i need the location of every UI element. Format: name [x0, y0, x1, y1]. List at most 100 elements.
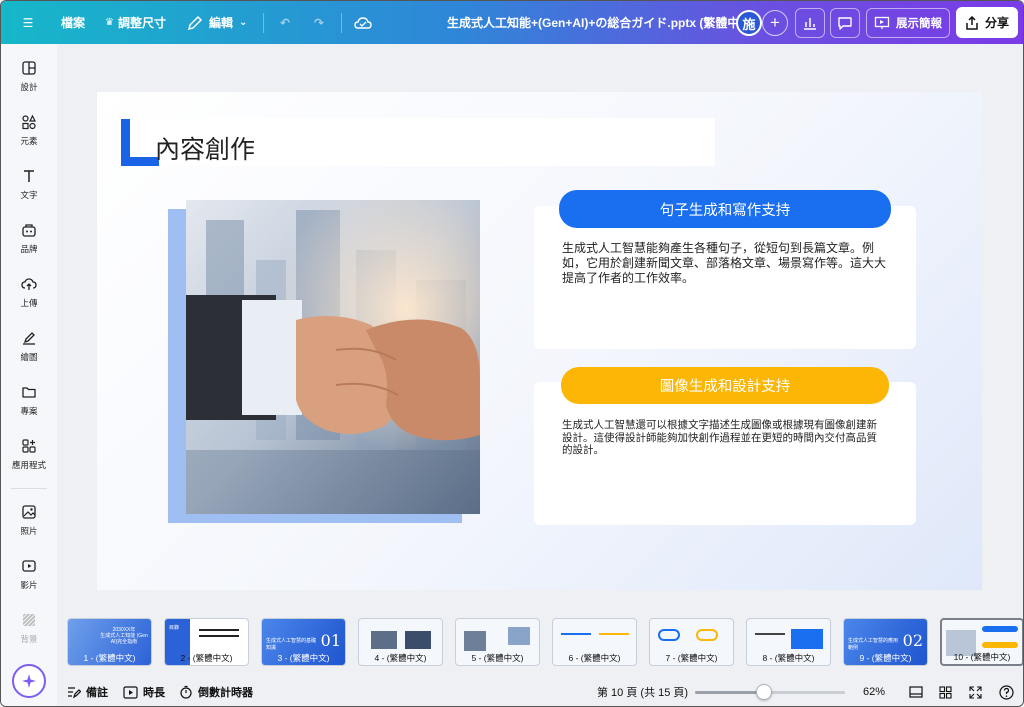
- sidebar-item-label: 品牌: [20, 244, 38, 254]
- resize-button[interactable]: ♛ 調整尺寸: [105, 1, 166, 44]
- shapes-icon: [22, 114, 36, 130]
- thumbnail-label: 5 - (繁體中文): [471, 653, 524, 663]
- resize-label: 調整尺寸: [117, 16, 166, 30]
- thumbnail-pill: [982, 626, 1018, 632]
- thumbnail-cover-text: 2030XX年 生成式人工知能 (Gen AI)完全指南: [100, 627, 148, 645]
- notes-button[interactable]: 備註: [67, 678, 108, 706]
- page-thumbnail[interactable]: 8 - (繁體中文): [746, 618, 831, 666]
- sidebar-item-label: 上傳: [20, 298, 38, 308]
- sidebar-item-elements[interactable]: 元素: [1, 114, 57, 147]
- page-thumbnail[interactable]: 6 - (繁體中文): [552, 618, 637, 666]
- file-menu[interactable]: 檔案: [61, 1, 85, 44]
- app-window: ☰ 檔案 ♛ 調整尺寸 編輯 ⌄ ↶ ↷ 生成式人工知能+(Gen+AI)+の総…: [0, 0, 1024, 707]
- cloud-save-icon[interactable]: [353, 1, 373, 44]
- sidebar-item-apps[interactable]: 應用程式: [1, 438, 57, 471]
- card-heading-pill[interactable]: 圖像生成和設計支持: [561, 367, 889, 404]
- status-bar: 備註 時長 倒數計時器 第 10 頁 (共 15 頁) 62%: [57, 678, 1023, 706]
- thumbnail-section-number: 02: [902, 631, 923, 650]
- undo-icon[interactable]: ↶: [275, 1, 295, 44]
- photo-icon: [22, 505, 36, 519]
- comment-icon: [838, 17, 852, 30]
- thumbnail-cover-text: 生成式人工智慧的基礎知識: [266, 638, 317, 651]
- sidebar-item-brand[interactable]: 品牌: [1, 222, 57, 255]
- sidebar-item-background[interactable]: 背景: [1, 612, 57, 645]
- add-collaborator-button[interactable]: +: [762, 10, 788, 36]
- timer-button[interactable]: 倒數計時器: [179, 678, 253, 706]
- card-body-text[interactable]: 生成式人工智慧還可以根據文字描述生成圖像或根據現有圖像創建新設計。這使得設計師能…: [562, 419, 886, 457]
- thumbnail-shape: [696, 629, 718, 641]
- thumbnail-image: [464, 631, 486, 651]
- edit-menu[interactable]: 編輯 ⌄: [187, 1, 247, 44]
- insights-button[interactable]: [795, 8, 825, 38]
- duration-button[interactable]: 時長: [123, 678, 165, 706]
- page-thumbnail[interactable]: 生成式人工智慧的基礎知識 01 3 - (繁體中文): [261, 618, 346, 666]
- sidebar-item-upload[interactable]: 上傳: [1, 276, 57, 309]
- play-box-icon: [123, 685, 138, 699]
- help-button[interactable]: [999, 678, 1014, 706]
- thumbnail-label: 6 - (繁體中文): [568, 653, 621, 663]
- sidebar-item-videos[interactable]: 影片: [1, 558, 57, 591]
- thumbnail-image: [405, 631, 431, 649]
- video-icon: [22, 560, 36, 572]
- share-label: 分享: [984, 16, 1009, 30]
- thumbnail-label: 9 - (繁體中文): [859, 653, 912, 663]
- thumbnail-pill: [982, 642, 1018, 648]
- sidebar-item-label: 影片: [20, 580, 38, 590]
- page-thumbnail[interactable]: 4 - (繁體中文): [358, 618, 443, 666]
- slide-title[interactable]: 內容創作: [155, 130, 255, 166]
- card-heading-pill[interactable]: 句子生成和寫作支持: [559, 190, 891, 228]
- sidebar-item-text[interactable]: 文字: [1, 168, 57, 201]
- zoom-slider-fill: [695, 691, 764, 694]
- sparkle-icon: [22, 674, 36, 688]
- thumbnail-label: 3 - (繁體中文): [277, 653, 330, 663]
- chevron-down-icon: ⌄: [239, 17, 248, 28]
- page-thumbnail[interactable]: 目錄 2 - (繁體中文): [164, 618, 249, 666]
- magic-assistant-button[interactable]: [12, 664, 46, 698]
- timer-label: 倒數計時器: [198, 687, 253, 699]
- crown-icon: ♛: [105, 17, 114, 28]
- thumbnail-block: [791, 629, 823, 649]
- expand-icon: [969, 685, 982, 699]
- grid-icon: [939, 685, 952, 699]
- share-button[interactable]: 分享: [956, 7, 1018, 38]
- notes-icon: [68, 687, 81, 699]
- page-thumbnail[interactable]: 2030XX年 生成式人工知能 (Gen AI)完全指南 1 - (繁體中文): [67, 618, 152, 666]
- page-thumbnail-active[interactable]: 10 - (繁體中文): [940, 618, 1023, 666]
- present-button[interactable]: 展示簡報: [866, 8, 950, 38]
- sidebar-item-design[interactable]: 設計: [1, 60, 57, 93]
- card-body-text[interactable]: 生成式人工智慧能夠產生各種句子，從短句到長篇文章。例如，它用於創建新聞文章、部落…: [562, 241, 892, 286]
- page-indicator[interactable]: 第 10 頁 (共 15 頁): [597, 678, 688, 706]
- page-thumbnail[interactable]: 5 - (繁體中文): [455, 618, 540, 666]
- thumbnail-line: [599, 633, 629, 635]
- divider: [263, 13, 264, 33]
- thumbnail-cover-text: 目錄: [169, 625, 180, 631]
- page-view-button[interactable]: [909, 678, 923, 706]
- comments-button[interactable]: [830, 8, 860, 38]
- stopwatch-icon: [180, 685, 192, 699]
- slide-canvas[interactable]: 內容創作 句子生成和寫作支持 生成式人工智慧能夠產生各種句子，從短句到長篇文章。…: [97, 92, 982, 590]
- sidebar-item-photos[interactable]: 照片: [1, 504, 57, 537]
- thumbnail-label: 7 - (繁體中文): [665, 653, 718, 663]
- zoom-slider-handle[interactable]: [756, 684, 772, 700]
- menu-icon[interactable]: ☰: [17, 1, 39, 44]
- document-title[interactable]: 生成式人工知能+(Gen+AI)+の総合ガイド.pptx (繁體中文): [447, 1, 755, 44]
- help-icon: [999, 684, 1014, 700]
- fullscreen-button[interactable]: [969, 678, 982, 706]
- redo-icon[interactable]: ↷: [309, 1, 329, 44]
- grid-view-button[interactable]: [939, 678, 952, 706]
- avatar[interactable]: 施: [736, 10, 762, 36]
- handshake-photo[interactable]: [186, 200, 480, 514]
- page-thumbnail[interactable]: 7 - (繁體中文): [649, 618, 734, 666]
- sidebar-item-label: 背景: [20, 634, 38, 644]
- page-thumbnail[interactable]: 生成式人工智慧的應用範例 02 9 - (繁體中文): [843, 618, 928, 666]
- sidebar-item-projects[interactable]: 專案: [1, 384, 57, 417]
- thumbnail-section-number: 01: [320, 631, 341, 650]
- sidebar-item-draw[interactable]: 繪圖: [1, 330, 57, 363]
- thumbnail-image: [371, 631, 397, 649]
- duration-label: 時長: [143, 687, 165, 699]
- sidebar-item-label: 設計: [20, 82, 38, 92]
- zoom-level[interactable]: 62%: [863, 678, 885, 706]
- plus-icon: +: [770, 13, 780, 32]
- background-icon: [22, 613, 36, 627]
- left-sidebar: 設計 元素 文字 品牌 上傳 繪圖 專案 應用程式 照片 影片 背景: [1, 44, 57, 706]
